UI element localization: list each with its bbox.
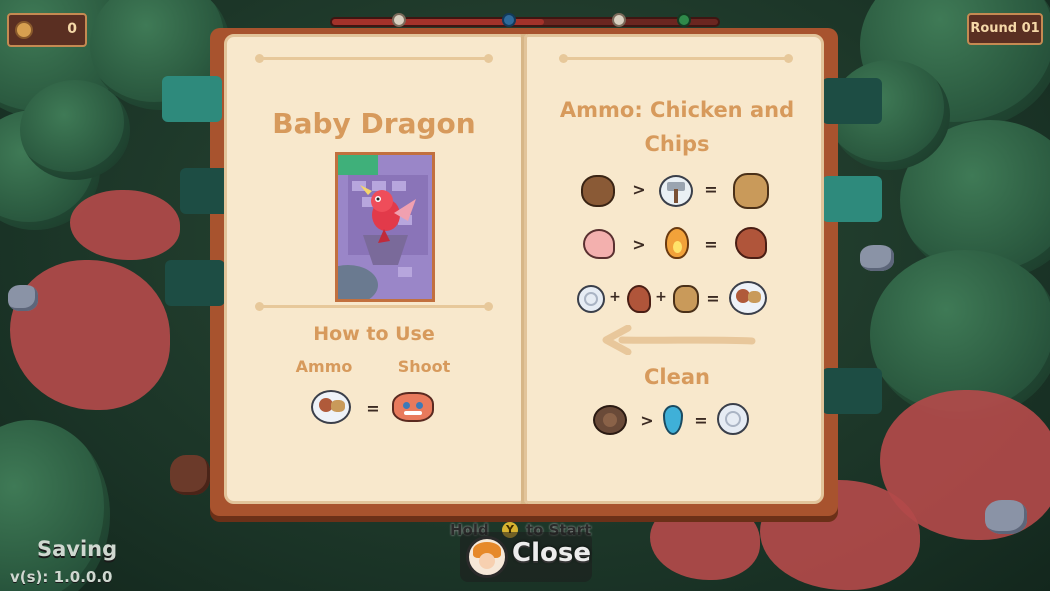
how-to-use-heading: How to Use: [313, 323, 435, 345]
saving-indicator: Saving: [37, 537, 118, 561]
plate-icon: [577, 285, 605, 313]
equals-sign: =: [706, 289, 720, 308]
shield-marker-icon: [502, 13, 516, 27]
ammo-label: Ammo: [295, 357, 353, 376]
left-arrow-icon: [602, 325, 756, 355]
equals-sign: =: [366, 399, 380, 418]
cooked-chicken-icon: [735, 227, 767, 259]
book-tab[interactable]: [162, 76, 222, 122]
clean-plate-icon: [717, 403, 749, 435]
dirty-plate-icon: [593, 405, 627, 435]
equals-sign: =: [704, 180, 718, 199]
chicken-and-chips-plate-icon: [729, 281, 767, 315]
goal-marker-icon: [677, 13, 691, 27]
waypoint-marker-icon: [612, 13, 626, 27]
coin-count: 0: [67, 21, 77, 37]
chicken-and-chips-plate-icon: [311, 390, 351, 424]
equals-sign: =: [694, 411, 708, 430]
chips-icon: [733, 173, 769, 209]
plus-sign: +: [609, 289, 621, 305]
close-button[interactable]: Close: [460, 532, 592, 582]
book-tab[interactable]: [822, 368, 882, 414]
divider: [559, 54, 793, 63]
raw-chicken-icon: [583, 229, 615, 259]
recipe-book: Baby Dragon How to Use Ammo Shoot = Ammo…: [162, 28, 882, 516]
potato-icon: [581, 175, 615, 207]
fire-icon: [665, 227, 689, 259]
baby-dragon-face-icon: [392, 392, 434, 422]
process-arrow: >: [632, 180, 646, 199]
coin-counter: 0: [7, 13, 87, 47]
book-tab[interactable]: [822, 78, 882, 124]
water-drop-icon: [663, 405, 683, 435]
baby-dragon-image: [335, 152, 435, 302]
waypoint-marker-icon: [392, 13, 406, 27]
book-tab[interactable]: [165, 260, 225, 306]
right-page: Ammo: Chicken and Chips > = > = + + = Cl…: [524, 34, 824, 504]
version-label: v(s): 1.0.0.0: [10, 568, 113, 586]
cooked-chicken-icon: [627, 285, 651, 313]
equals-sign: =: [704, 235, 718, 254]
left-page: Baby Dragon How to Use Ammo Shoot =: [224, 34, 524, 504]
divider: [255, 54, 493, 63]
divider: [255, 302, 493, 311]
tower-title: Baby Dragon: [272, 107, 476, 140]
chips-icon: [673, 285, 699, 313]
book-tab[interactable]: [822, 176, 882, 222]
hammer-icon: [659, 175, 693, 207]
shoot-label: Shoot: [397, 357, 451, 376]
coin-icon: [15, 21, 33, 39]
wave-progress-bar: [330, 13, 720, 27]
clean-heading: Clean: [644, 365, 710, 389]
plus-sign: +: [655, 289, 667, 305]
process-arrow: >: [632, 235, 646, 254]
round-indicator: Round 01: [967, 13, 1043, 45]
close-label: Close: [512, 538, 591, 568]
process-arrow: >: [640, 411, 654, 430]
ammo-recipe-title: Ammo: Chicken and Chips: [559, 98, 795, 156]
character-avatar: [466, 536, 508, 578]
